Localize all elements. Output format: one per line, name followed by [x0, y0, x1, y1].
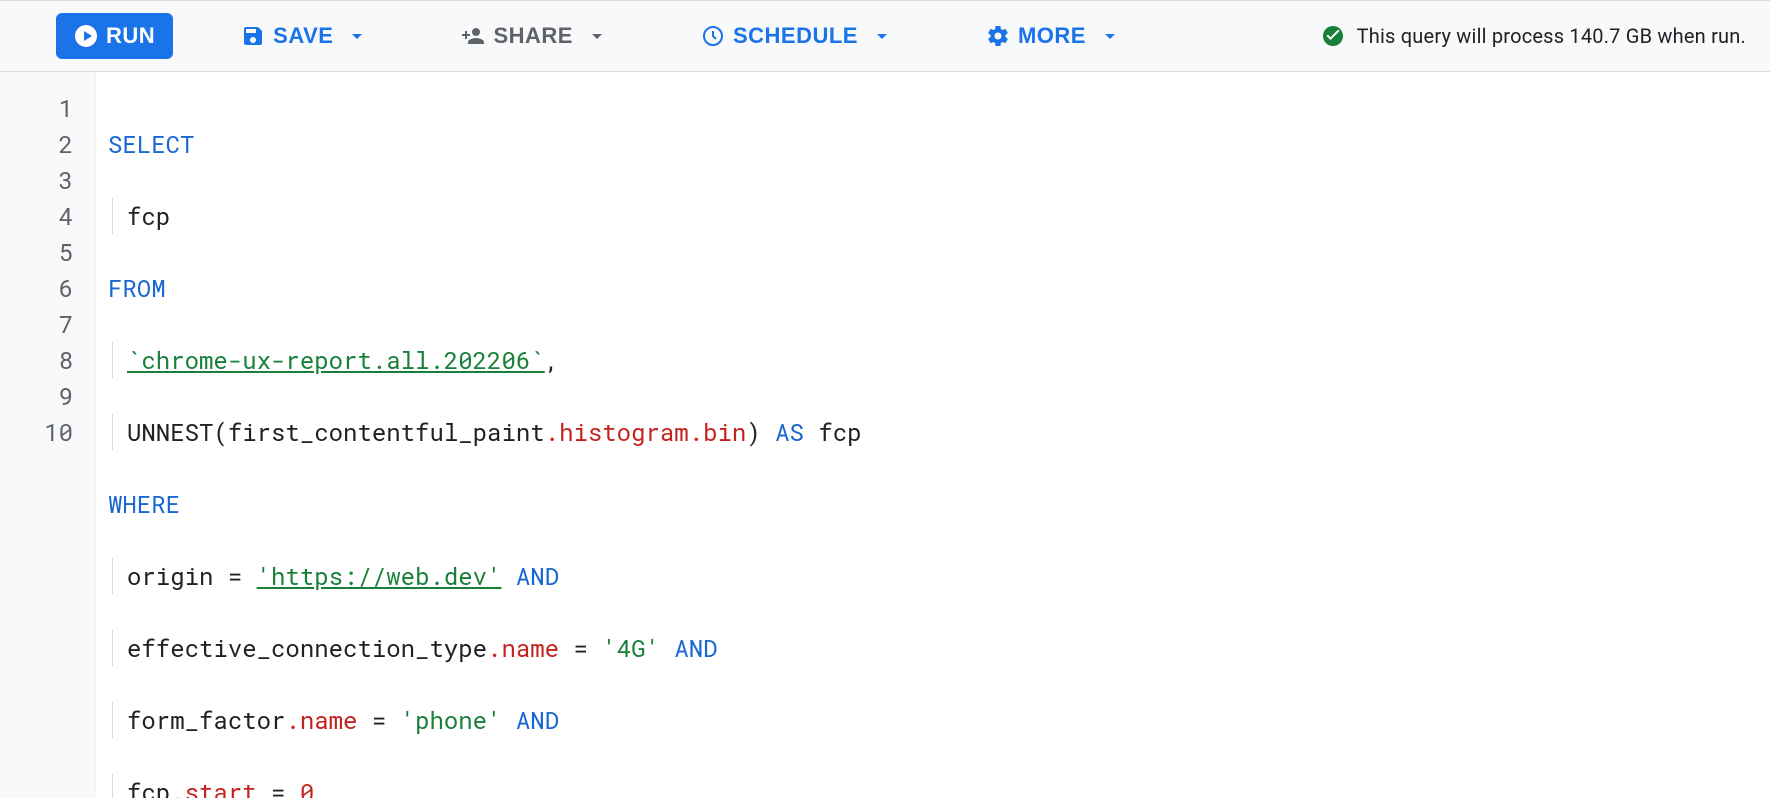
clock-icon [701, 24, 725, 48]
toolbar: RUN SAVE SHARE SCHEDULE [0, 0, 1770, 72]
toolbar-left: RUN SAVE SHARE SCHEDULE [56, 13, 1140, 59]
schedule-button[interactable]: SCHEDULE [683, 13, 912, 59]
sql-editor[interactable]: 12345678910 SELECT fcp FROM `chrome-ux-r… [0, 72, 1770, 798]
check-circle-icon [1321, 24, 1345, 48]
caret-down-icon [345, 24, 369, 48]
share-button[interactable]: SHARE [443, 13, 627, 59]
save-icon [241, 24, 265, 48]
validation-text: This query will process 140.7 GB when ru… [1357, 24, 1746, 48]
run-button[interactable]: RUN [56, 13, 173, 59]
add-person-icon [461, 24, 485, 48]
schedule-label: SCHEDULE [733, 23, 858, 49]
query-validation: This query will process 140.7 GB when ru… [1321, 24, 1746, 48]
save-label: SAVE [273, 23, 333, 49]
share-label: SHARE [493, 23, 573, 49]
more-label: MORE [1018, 23, 1086, 49]
more-button[interactable]: MORE [968, 13, 1140, 59]
caret-down-icon [585, 24, 609, 48]
caret-down-icon [870, 24, 894, 48]
play-icon [74, 24, 98, 48]
save-button[interactable]: SAVE [223, 13, 387, 59]
code-area[interactable]: SELECT fcp FROM `chrome-ux-report.all.20… [96, 72, 1770, 798]
line-gutter: 12345678910 [0, 72, 96, 798]
run-label: RUN [106, 23, 155, 49]
gear-icon [986, 24, 1010, 48]
caret-down-icon [1098, 24, 1122, 48]
